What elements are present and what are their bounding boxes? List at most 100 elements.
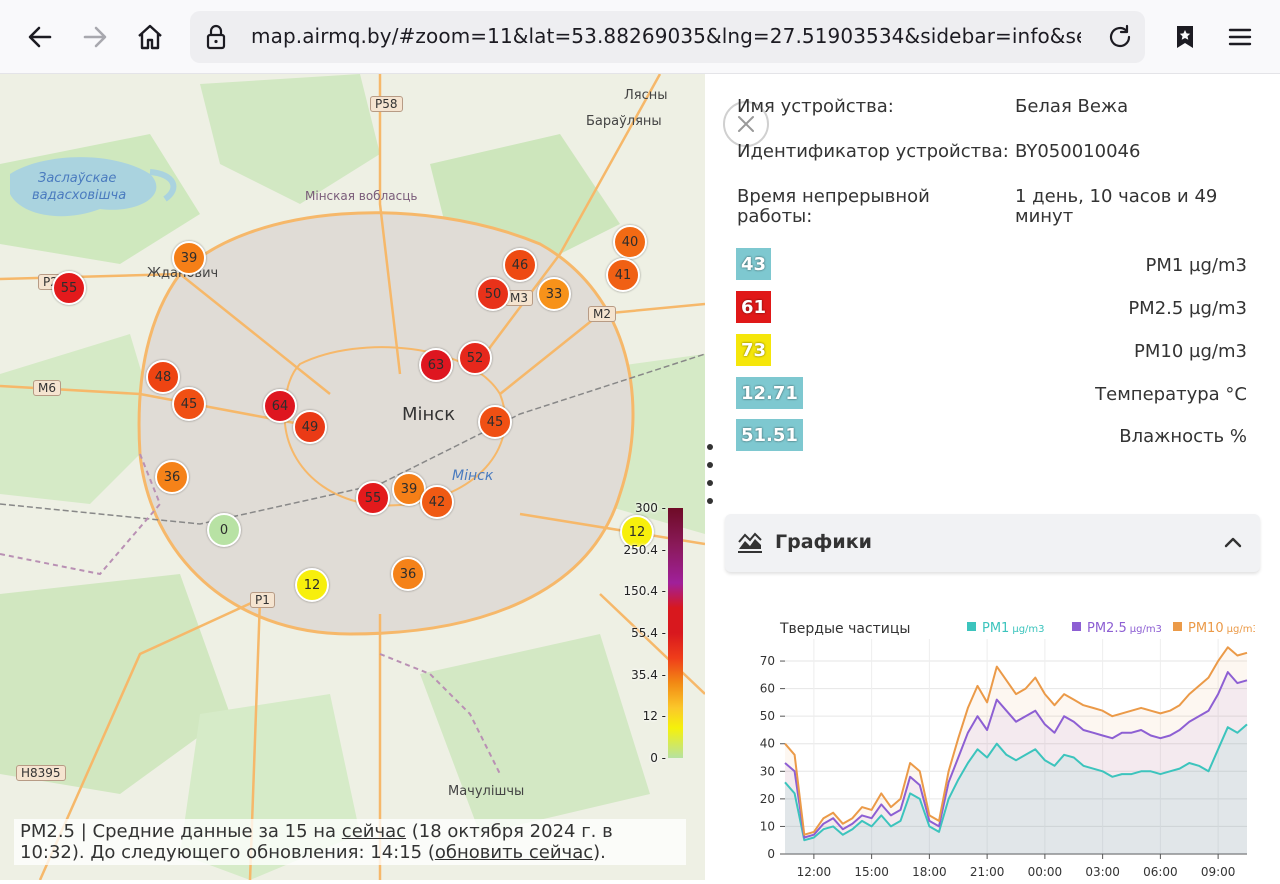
device-name-label: Имя устройства:	[737, 96, 894, 117]
road-sign-h8395: H8395	[16, 765, 66, 781]
legend-label-pm25: PM2.5 µg/m3	[1087, 621, 1162, 636]
caption-suffix: ).	[593, 842, 606, 863]
chart-svg: Твердые частицы PM1 µg/m3 PM2.5 µg/m3 PM10 µg/…	[760, 621, 1259, 879]
sensor-marker[interactable]: 55	[52, 271, 86, 305]
x-tick-label: 06:00	[1143, 865, 1178, 879]
pm1-label: PM1 µg/m3	[1145, 255, 1248, 276]
sensor-marker[interactable]: 42	[420, 485, 454, 519]
home-icon[interactable]	[130, 17, 170, 57]
browser-toolbar: map.airmq.by/#zoom=11&lat=53.88269035&ln…	[0, 0, 1280, 74]
x-tick-label: 21:00	[970, 865, 1005, 879]
x-tick-label: 15:00	[854, 865, 889, 879]
reservoir-label: Заслаўскае	[38, 171, 117, 186]
sensor-marker[interactable]: 48	[146, 360, 180, 394]
device-name-value: Белая Вежа	[1015, 96, 1129, 117]
barauliany-label: Бараўляны	[586, 114, 662, 129]
legend-swatch	[967, 622, 976, 631]
sensor-marker[interactable]: 33	[537, 277, 571, 311]
road-sign-p58: P58	[370, 96, 403, 112]
y-tick-label: 50	[760, 709, 775, 723]
y-tick-label: 0	[767, 847, 775, 861]
river-label: Мiнск	[452, 468, 494, 484]
forward-icon[interactable]	[75, 17, 115, 57]
lock-icon[interactable]	[202, 23, 230, 51]
chevron-up-icon[interactable]	[1224, 535, 1242, 549]
region-label: Мiнская вобласць	[305, 189, 418, 203]
charts-title: Графики	[775, 531, 872, 553]
chart-title: Твердые частицы	[779, 621, 910, 637]
legend-tick: 150.4 -	[623, 584, 667, 598]
sensor-marker[interactable]: 49	[293, 410, 327, 444]
temperature-label: Температура °C	[1095, 384, 1247, 405]
uptime-label: Время непрерывной работы:	[737, 187, 930, 227]
uptime-value-line1: 1 день, 10 часов и 49	[1015, 186, 1218, 207]
legend-tick: 0 -	[650, 751, 666, 765]
url-text[interactable]: map.airmq.by/#zoom=11&lat=53.88269035&ln…	[251, 24, 1081, 48]
legend-swatch	[1173, 622, 1182, 631]
sensor-marker[interactable]: 41	[606, 258, 640, 292]
sensor-marker[interactable]: 46	[503, 248, 537, 282]
road-sign-m6: M6	[33, 380, 61, 396]
resize-handle-dots[interactable]	[705, 444, 715, 516]
sensor-marker[interactable]: 40	[613, 225, 647, 259]
legend-tick: 12 -	[642, 709, 666, 723]
device-id-label: Идентификатор устройства:	[737, 141, 1009, 162]
map-view[interactable]: Заслаўскае вадасховiшча Жданович Мiнская…	[0, 74, 705, 880]
sensor-marker[interactable]: 64	[263, 389, 297, 423]
x-tick-label: 03:00	[1085, 865, 1120, 879]
pm25-color-legend	[668, 508, 683, 758]
x-tick-label: 00:00	[1028, 865, 1063, 879]
lyasny-label: Лясны	[624, 88, 668, 103]
sensor-marker[interactable]: 55	[356, 481, 390, 515]
y-tick-label: 20	[760, 792, 775, 806]
pm10-value-badge: 73	[736, 334, 772, 366]
legend-tick: 55.4 -	[631, 626, 666, 640]
uptime-label-line1: Время непрерывной	[737, 186, 930, 207]
y-tick-label: 70	[760, 654, 775, 668]
reload-icon[interactable]	[1105, 22, 1135, 52]
humidity-value-badge: 51.51	[736, 419, 803, 451]
uptime-value-line2: минут	[1015, 206, 1074, 227]
device-info-sidebar: Имя устройства: Белая Вежа Идентификатор…	[705, 74, 1280, 880]
sensor-marker[interactable]: 45	[478, 405, 512, 439]
legend-label-pm10: PM10µg/m3	[1188, 621, 1255, 636]
sensor-marker[interactable]: 36	[155, 460, 189, 494]
sensor-marker[interactable]: 63	[419, 348, 453, 382]
humidity-label: Влажность %	[1119, 426, 1247, 447]
legend-swatch	[1072, 622, 1081, 631]
device-id-value: BY050010046	[1015, 141, 1141, 162]
pm25-label: PM2.5 µg/m3	[1128, 298, 1247, 319]
legend-label-pm1: PM1 µg/m3	[982, 621, 1045, 636]
sensor-marker[interactable]: 36	[391, 557, 425, 591]
sensor-marker[interactable]: 39	[172, 241, 206, 275]
x-tick-label: 12:00	[797, 865, 832, 879]
menu-icon[interactable]	[1220, 17, 1260, 57]
pm25-value-badge: 61	[736, 291, 772, 323]
charts-section-header[interactable]: Графики	[725, 514, 1260, 572]
legend-tick: 35.4 -	[631, 668, 666, 682]
now-link[interactable]: сейчас	[342, 821, 406, 842]
particulates-chart: Твердые частицы PM1 µg/m3 PM2.5 µg/m3 PM10 µg/…	[735, 609, 1259, 880]
x-tick-label: 18:00	[912, 865, 947, 879]
sensor-marker[interactable]: 0	[207, 513, 241, 547]
road-sign-p1: P1	[250, 592, 275, 608]
back-icon[interactable]	[20, 17, 60, 57]
bookmark-star-icon[interactable]	[1165, 17, 1205, 57]
pm1-value-badge: 43	[736, 248, 772, 280]
sensor-marker[interactable]: 50	[476, 277, 510, 311]
x-tick-label: 09:00	[1201, 865, 1236, 879]
caption-prefix: PM2.5 | Средние данные за 15 на	[20, 821, 342, 842]
pm10-label: PM10 µg/m3	[1134, 341, 1247, 362]
road-sign-m2: M2	[588, 306, 616, 322]
reservoir-label-2: вадасховiшча	[32, 188, 127, 203]
sensor-marker[interactable]: 45	[172, 387, 206, 421]
city-label: Мiнск	[402, 404, 456, 425]
sensor-marker[interactable]: 12	[295, 568, 329, 602]
url-bar[interactable]: map.airmq.by/#zoom=11&lat=53.88269035&ln…	[190, 11, 1145, 63]
y-tick-label: 40	[760, 737, 775, 751]
machulishchy-label: Мачулiшчы	[448, 784, 525, 799]
chart-area-icon	[738, 532, 762, 553]
update-now-link[interactable]: обновить сейчас	[435, 842, 593, 863]
sensor-marker[interactable]: 52	[458, 341, 492, 375]
y-tick-label: 60	[760, 682, 775, 696]
